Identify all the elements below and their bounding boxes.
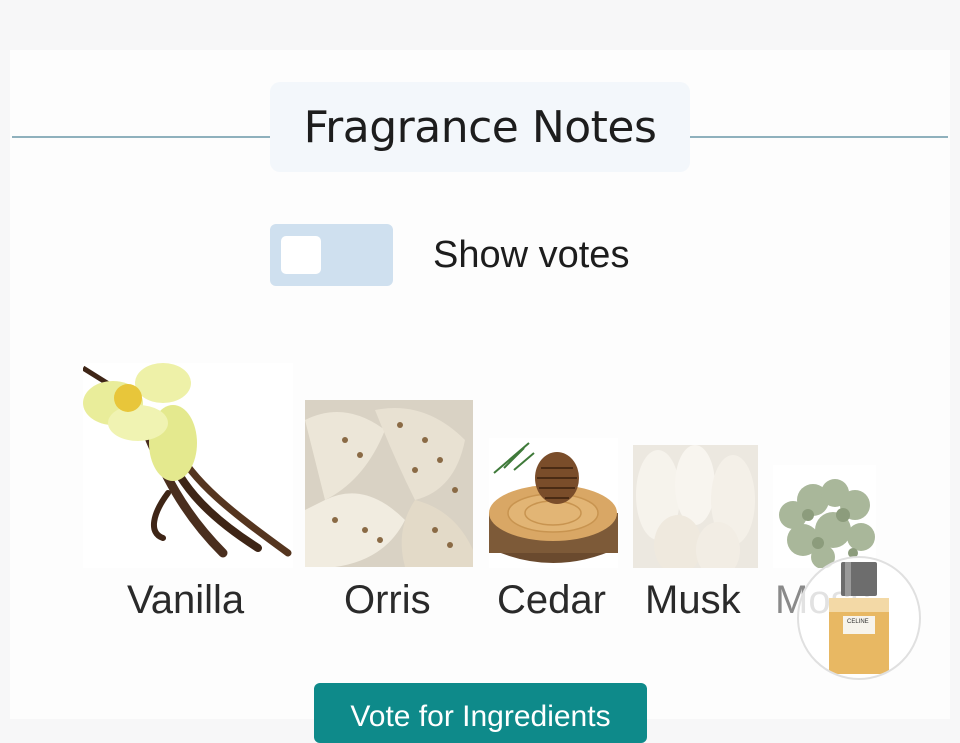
note-label-musk: Musk [645, 578, 741, 622]
section-title: Fragrance Notes [303, 101, 657, 153]
show-votes-label: Show votes [433, 234, 630, 276]
vote-ingredients-button[interactable]: Vote for Ingredients [314, 683, 647, 743]
divider-right [690, 136, 948, 138]
note-label-orris: Orris [344, 578, 431, 622]
moss-image[interactable] [773, 465, 876, 568]
toggle-knob[interactable] [281, 236, 321, 274]
vanilla-image[interactable] [83, 363, 293, 568]
section-title-box: Fragrance Notes [270, 82, 690, 172]
divider-left [12, 136, 270, 138]
perfume-bottle-label: CELINE [847, 619, 869, 625]
show-votes-toggle[interactable] [270, 224, 393, 286]
vote-button-label: Vote for Ingredients [350, 700, 611, 733]
perfume-bottle-icon [829, 562, 889, 674]
note-label-cedar: Cedar [497, 578, 606, 622]
note-label-vanilla: Vanilla [127, 578, 245, 622]
orris-image[interactable] [305, 400, 473, 567]
musk-image[interactable] [633, 445, 758, 568]
cedar-image[interactable] [489, 438, 618, 568]
perfume-badge[interactable]: CELINE [797, 556, 921, 680]
